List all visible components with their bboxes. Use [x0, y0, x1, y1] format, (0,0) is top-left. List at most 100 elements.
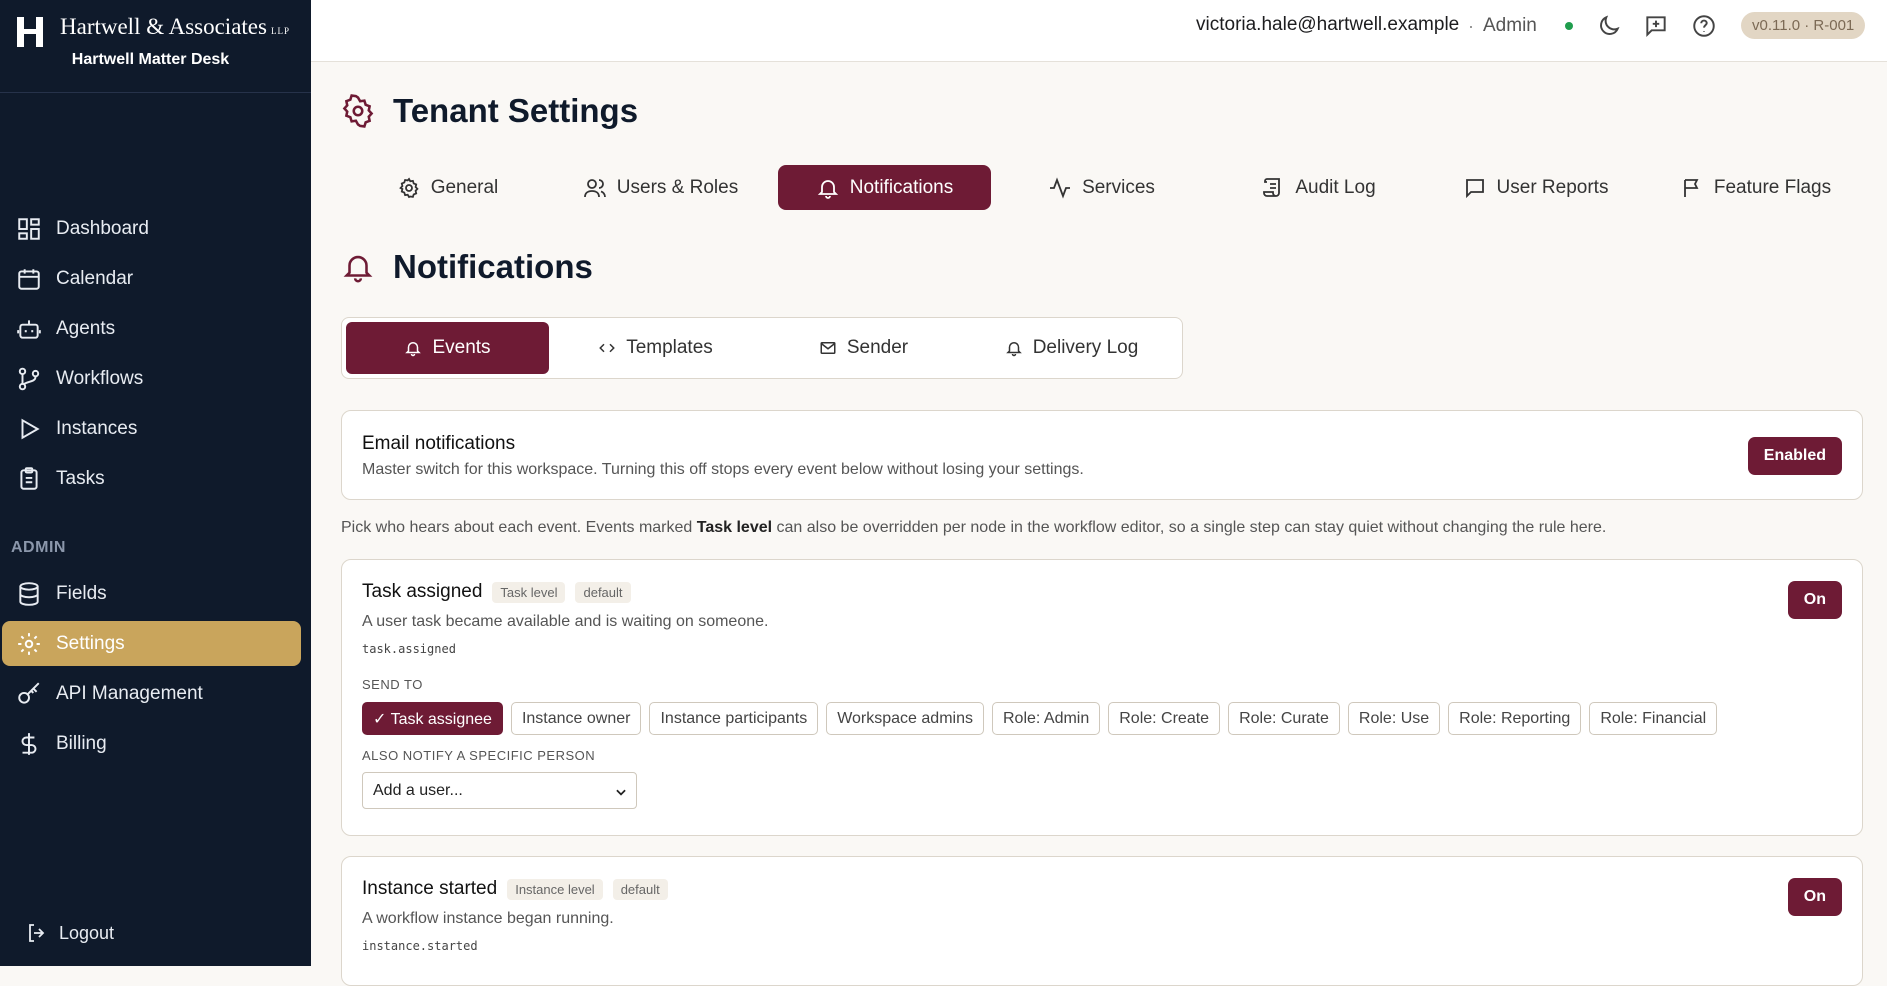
bell-icon: [404, 339, 422, 357]
event-level-badge: Instance level: [507, 879, 603, 900]
tab-audit-log[interactable]: Audit Log: [1212, 165, 1425, 210]
sidebar-item-label: Dashboard: [56, 218, 149, 240]
sidebar-item-tasks[interactable]: Tasks: [2, 456, 301, 501]
recipient-chip-role-admin[interactable]: Role: Admin: [992, 702, 1100, 735]
recipient-chip-instance-owner[interactable]: Instance owner: [511, 702, 642, 735]
help-icon[interactable]: [1691, 13, 1717, 39]
email-notifications-card: Email notifications Master switch for th…: [341, 410, 1863, 500]
help-text: Pick who hears about each event. Events …: [341, 519, 1606, 537]
tab-general[interactable]: General: [341, 165, 554, 210]
sidebar-item-fields[interactable]: Fields: [2, 571, 301, 616]
sidebar-item-label: API Management: [56, 683, 203, 705]
email-enabled-toggle[interactable]: Enabled: [1748, 437, 1842, 475]
section-title: Notifications: [341, 248, 593, 286]
event-header: Task assigned Task level default: [362, 581, 631, 603]
topbar: victoria.hale@hartwell.example · Admin v…: [311, 0, 1887, 62]
recipient-chip-role-curate[interactable]: Role: Curate: [1228, 702, 1340, 735]
settings-tabs: General Users & Roles Notifications Serv…: [341, 165, 1866, 210]
tab-label: General: [431, 177, 499, 199]
event-description: A workflow instance began running.: [362, 910, 614, 928]
separator: ·: [1468, 16, 1474, 37]
event-toggle-button[interactable]: On: [1788, 878, 1842, 916]
gear-icon: [16, 631, 42, 657]
tab-label: User Reports: [1497, 177, 1609, 199]
sidebar-item-label: Workflows: [56, 368, 143, 390]
mail-icon: [819, 339, 837, 357]
activity-icon: [1048, 176, 1072, 200]
flag-icon: [1680, 176, 1704, 200]
clipboard-icon: [16, 466, 42, 492]
event-card-task-assigned: Task assigned Task level default A user …: [341, 559, 1863, 836]
git-branch-icon: [16, 366, 42, 392]
event-code: instance.started: [362, 939, 478, 953]
subtab-label: Templates: [626, 337, 713, 359]
feedback-icon[interactable]: [1643, 13, 1669, 39]
add-user-select[interactable]: Add a user...: [362, 772, 637, 809]
send-to-label: SEND TO: [362, 677, 423, 692]
event-name: Instance started: [362, 878, 497, 900]
play-icon: [16, 416, 42, 442]
recipient-chip-role-reporting[interactable]: Role: Reporting: [1448, 702, 1581, 735]
recipient-chip-role-financial[interactable]: Role: Financial: [1589, 702, 1717, 735]
sidebar-item-dashboard[interactable]: Dashboard: [2, 206, 301, 251]
event-default-badge: default: [613, 879, 668, 900]
help-text-before: Pick who hears about each event. Events …: [341, 519, 697, 536]
main-content: Tenant Settings General Users & Roles No…: [311, 62, 1887, 966]
subtab-templates[interactable]: Templates: [554, 322, 757, 374]
sidebar-item-settings[interactable]: Settings: [2, 621, 301, 666]
tab-feature-flags[interactable]: Feature Flags: [1649, 165, 1862, 210]
event-description: A user task became available and is wait…: [362, 613, 768, 631]
event-default-badge: default: [575, 582, 630, 603]
event-code: task.assigned: [362, 642, 456, 656]
tab-services[interactable]: Services: [995, 165, 1208, 210]
gear-icon: [341, 94, 375, 128]
recipient-chip-task-assignee[interactable]: ✓ Task assignee: [362, 702, 503, 735]
sidebar-item-label: Tasks: [56, 468, 105, 490]
event-toggle-button[interactable]: On: [1788, 581, 1842, 619]
recipient-chip-instance-participants[interactable]: Instance participants: [649, 702, 818, 735]
scroll-icon: [1261, 176, 1285, 200]
code-icon: [598, 339, 616, 357]
recipient-chip-role-use[interactable]: Role: Use: [1348, 702, 1440, 735]
recipient-chips: ✓ Task assignee Instance owner Instance …: [362, 702, 1717, 735]
recipient-chip-role-create[interactable]: Role: Create: [1108, 702, 1220, 735]
logout-button[interactable]: Logout: [25, 921, 114, 945]
tab-notifications[interactable]: Notifications: [778, 165, 991, 210]
user-email: victoria.hale@hartwell.example: [1196, 14, 1459, 36]
notification-subtabs: Events Templates Sender Delivery Log: [341, 317, 1183, 379]
users-icon: [583, 176, 607, 200]
subtab-sender[interactable]: Sender: [762, 322, 965, 374]
recipient-chip-workspace-admins[interactable]: Workspace admins: [826, 702, 984, 735]
page-title-text: Tenant Settings: [393, 92, 638, 130]
subtab-delivery-log[interactable]: Delivery Log: [970, 322, 1173, 374]
tab-user-reports[interactable]: User Reports: [1429, 165, 1642, 210]
tab-label: Audit Log: [1295, 177, 1375, 199]
version-badge: v0.11.0 · R-001: [1741, 12, 1865, 39]
sidebar-item-workflows[interactable]: Workflows: [2, 356, 301, 401]
database-icon: [16, 581, 42, 607]
email-card-description: Master switch for this workspace. Turnin…: [362, 461, 1084, 479]
bell-icon: [816, 176, 840, 200]
gear-icon: [397, 176, 421, 200]
sidebar-item-api-management[interactable]: API Management: [2, 671, 301, 716]
page-title: Tenant Settings: [341, 92, 638, 130]
sidebar-item-label: Instances: [56, 418, 137, 440]
subtab-label: Delivery Log: [1033, 337, 1139, 359]
bell-icon: [341, 250, 375, 284]
moon-icon[interactable]: [1596, 13, 1622, 39]
help-text-bold: Task level: [697, 519, 772, 536]
sidebar-item-agents[interactable]: Agents: [2, 306, 301, 351]
sidebar-item-instances[interactable]: Instances: [2, 406, 301, 451]
key-icon: [16, 681, 42, 707]
message-icon: [1463, 176, 1487, 200]
sidebar-item-calendar[interactable]: Calendar: [2, 256, 301, 301]
brand-suffix: LLP: [271, 26, 290, 36]
brand-name: Hartwell & AssociatesLLP: [60, 14, 290, 40]
tab-users-roles[interactable]: Users & Roles: [554, 165, 767, 210]
sidebar-item-billing[interactable]: Billing: [2, 721, 301, 766]
bell-icon: [1005, 339, 1023, 357]
tab-label: Services: [1082, 177, 1155, 199]
robot-icon: [16, 316, 42, 342]
subtab-events[interactable]: Events: [346, 322, 549, 374]
subtab-label: Events: [432, 337, 490, 359]
